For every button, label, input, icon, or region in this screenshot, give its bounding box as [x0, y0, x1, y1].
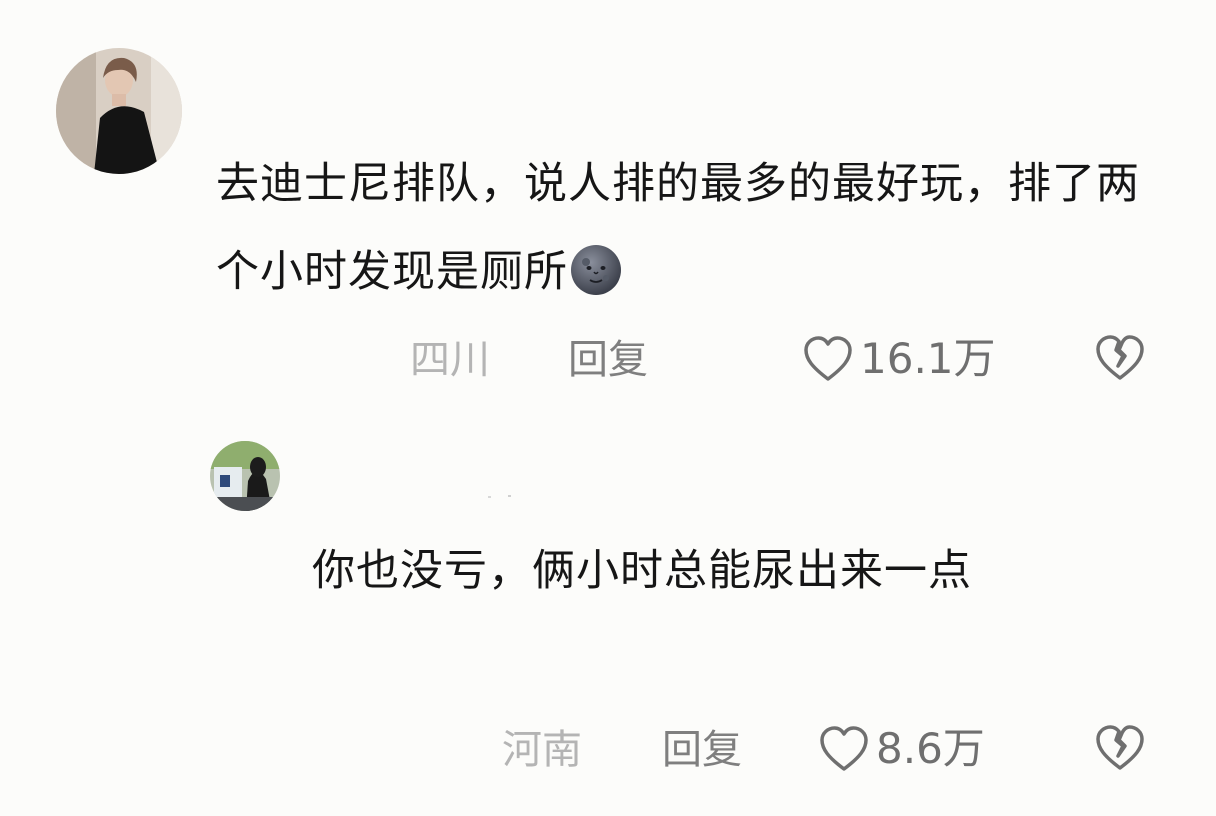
like-button[interactable]: 16.1万 [802, 335, 996, 383]
location-label: 四川 [410, 337, 490, 383]
comment-body: 去迪士尼排队，说人排的最多的最好玩，排了两个小时发现是厕所 [216, 159, 1140, 297]
reply-comment-text: 你也没亏，俩小时总能尿出来一点 [312, 546, 972, 596]
broken-heart-icon [1094, 724, 1146, 772]
location-label: 河南 [502, 727, 582, 773]
faint-mark [488, 495, 511, 498]
reply-button[interactable]: 回复 [662, 730, 742, 770]
heart-outline-icon [802, 335, 860, 383]
like-count: 16.1万 [860, 334, 996, 383]
dislike-button[interactable] [1094, 334, 1146, 382]
dislike-button[interactable] [1094, 724, 1146, 772]
avatar[interactable] [210, 441, 280, 511]
reply-button[interactable]: 回复 [568, 340, 648, 380]
comment-thread: 去迪士尼排队，说人排的最多的最好玩，排了两个小时发现是厕所 四川 回复 16.1… [0, 0, 1216, 816]
like-button[interactable]: 8.6万 [818, 725, 985, 773]
avatar-photo [56, 48, 182, 174]
avatar-photo [210, 441, 280, 511]
avatar[interactable] [56, 48, 182, 174]
new-moon-face-emoji-icon [570, 244, 622, 296]
comment-text: 去迪士尼排队，说人排的最多的最好玩，排了两个小时发现是厕所 [216, 140, 1176, 316]
broken-heart-icon [1094, 334, 1146, 382]
like-count: 8.6万 [876, 724, 985, 773]
heart-outline-icon [818, 725, 876, 773]
